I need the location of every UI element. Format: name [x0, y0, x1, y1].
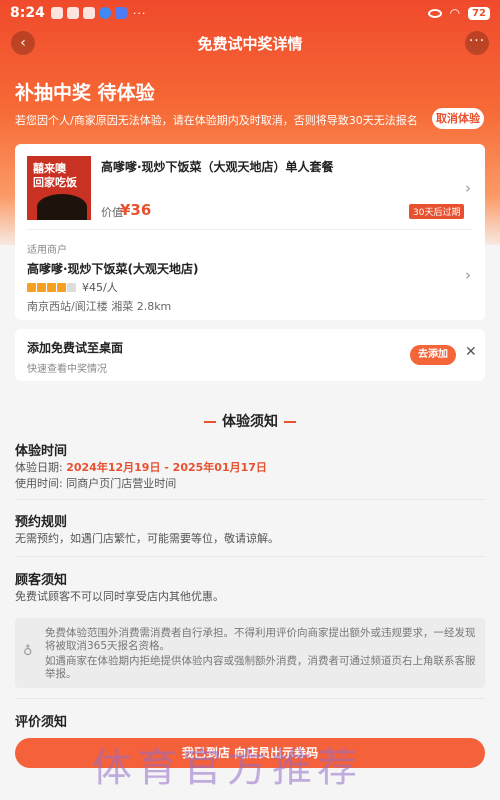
- title-dash-left: [204, 421, 216, 423]
- shortcut-title: 添加免费试至桌面: [27, 341, 124, 355]
- app-notification-icon: [50, 7, 63, 19]
- tip-paragraph: 免费体验范围外消费需消费者自行承担。不得利用评价向商家提出额外或违规要求，一经发…: [45, 627, 476, 652]
- title-dash-right: [284, 421, 296, 423]
- experience-date: 体验日期: 2024年12月19日 - 2025年01月17日: [15, 459, 267, 475]
- add-shortcut-button[interactable]: 去添加: [410, 345, 456, 365]
- merchant-name[interactable]: 高嗲嗲·现炒下饭菜(大观天地店): [27, 260, 199, 277]
- rules-title-text: 体验须知: [222, 414, 278, 430]
- status-bar: 8:24 ··· ◠ 72: [0, 0, 500, 26]
- section-divider: [15, 499, 485, 500]
- booking-heading: 预约规则: [15, 515, 68, 530]
- merchant-rating: ¥45/人: [27, 279, 118, 295]
- merchant-location: 南京西站/阆江楼 湘菜 2.8km: [27, 300, 172, 313]
- shortcut-subtitle: 快速查看中奖情况: [27, 364, 107, 375]
- add-to-desktop-card: 添加免费试至桌面 快速查看中奖情况 去添加 ✕: [15, 329, 485, 381]
- time-heading: 体验时间: [15, 444, 68, 459]
- cancel-notice: 若您因个人/商家原因无法体验，请在体验期内及时取消，否则将导致30天无法报名: [15, 114, 418, 127]
- date-value: 2024年12月19日 - 2025年01月17日: [66, 461, 267, 474]
- hours-label: 使用时间:: [15, 477, 63, 490]
- star-icon: [47, 282, 56, 292]
- wifi-icon: ◠: [449, 6, 461, 20]
- more-notifications-icon: ···: [132, 6, 147, 20]
- customer-heading: 顾客须知: [15, 573, 68, 588]
- customer-text: 免费试顾客不可以同时享受店内其他优惠。: [15, 590, 224, 603]
- rules-section-title: 体验须知: [0, 411, 500, 431]
- section-divider: [15, 556, 485, 557]
- average-price: ¥45/人: [82, 281, 118, 294]
- section-divider: [15, 698, 485, 699]
- product-image-text: 囍来噢 回家吃饭: [33, 162, 77, 189]
- battery-indicator: 72: [468, 6, 490, 20]
- more-options-button[interactable]: ···: [465, 31, 489, 55]
- value-price: ¥36: [120, 201, 152, 219]
- eye-comfort-icon: [427, 8, 442, 18]
- usage-hours: 使用时间: 同商户页门店营业时间: [15, 475, 176, 491]
- status-time: 8:24: [10, 5, 45, 21]
- hours-value: 同商户页门店营业时间: [66, 477, 177, 490]
- booking-text: 无需预约，如遇门店繁忙，可能需要等位，敬请谅解。: [15, 532, 279, 545]
- app-notification-icon: [66, 7, 79, 19]
- app-notification-icon: [82, 7, 95, 19]
- tips-box: ♁ 免费体验范围外消费需消费者自行承担。不得利用评价向商家提出额外或违规要求，一…: [15, 618, 485, 688]
- win-status-title: 补抽中奖 待体验: [15, 82, 155, 104]
- deal-card: 囍来噢 回家吃饭 高嗲嗲·现炒下饭菜（大观天地店）单人套餐 价值 ¥36 30天…: [15, 144, 485, 320]
- expiry-badge: 30天后过期: [409, 204, 465, 219]
- star-icon: [57, 282, 66, 292]
- lightbulb-icon: ♁: [23, 644, 33, 659]
- star-icon: [37, 282, 46, 292]
- cancel-experience-button[interactable]: 取消体验: [432, 108, 484, 129]
- chevron-right-icon[interactable]: ›: [465, 179, 471, 197]
- show-voucher-button[interactable]: 我已到店 向店员出示券码: [15, 738, 485, 768]
- chevron-right-icon[interactable]: ›: [465, 266, 471, 284]
- star-icon: [27, 282, 36, 292]
- notification-icons: ···: [50, 6, 147, 20]
- dish-illustration: [37, 194, 87, 220]
- product-image[interactable]: 囍来噢 回家吃饭: [27, 156, 91, 220]
- nav-bar: ‹ 免费试中奖详情 ···: [0, 28, 500, 58]
- date-label: 体验日期:: [15, 461, 63, 474]
- product-name[interactable]: 高嗲嗲·现炒下饭菜（大观天地店）单人套餐: [101, 158, 334, 175]
- star-rating: [27, 282, 76, 292]
- card-divider: [27, 229, 473, 230]
- page-title: 免费试中奖详情: [197, 35, 303, 53]
- star-icon: [67, 282, 76, 292]
- tip-paragraph: 如遇商家在体验期内拒绝提供体验内容或强制额外消费，消费者可通过频道页右上角联系客…: [45, 655, 476, 680]
- merchant-label: 适用商户: [27, 245, 67, 256]
- close-icon[interactable]: ✕: [465, 344, 477, 360]
- app-notification-icon: [114, 7, 127, 19]
- app-notification-icon: [98, 7, 111, 19]
